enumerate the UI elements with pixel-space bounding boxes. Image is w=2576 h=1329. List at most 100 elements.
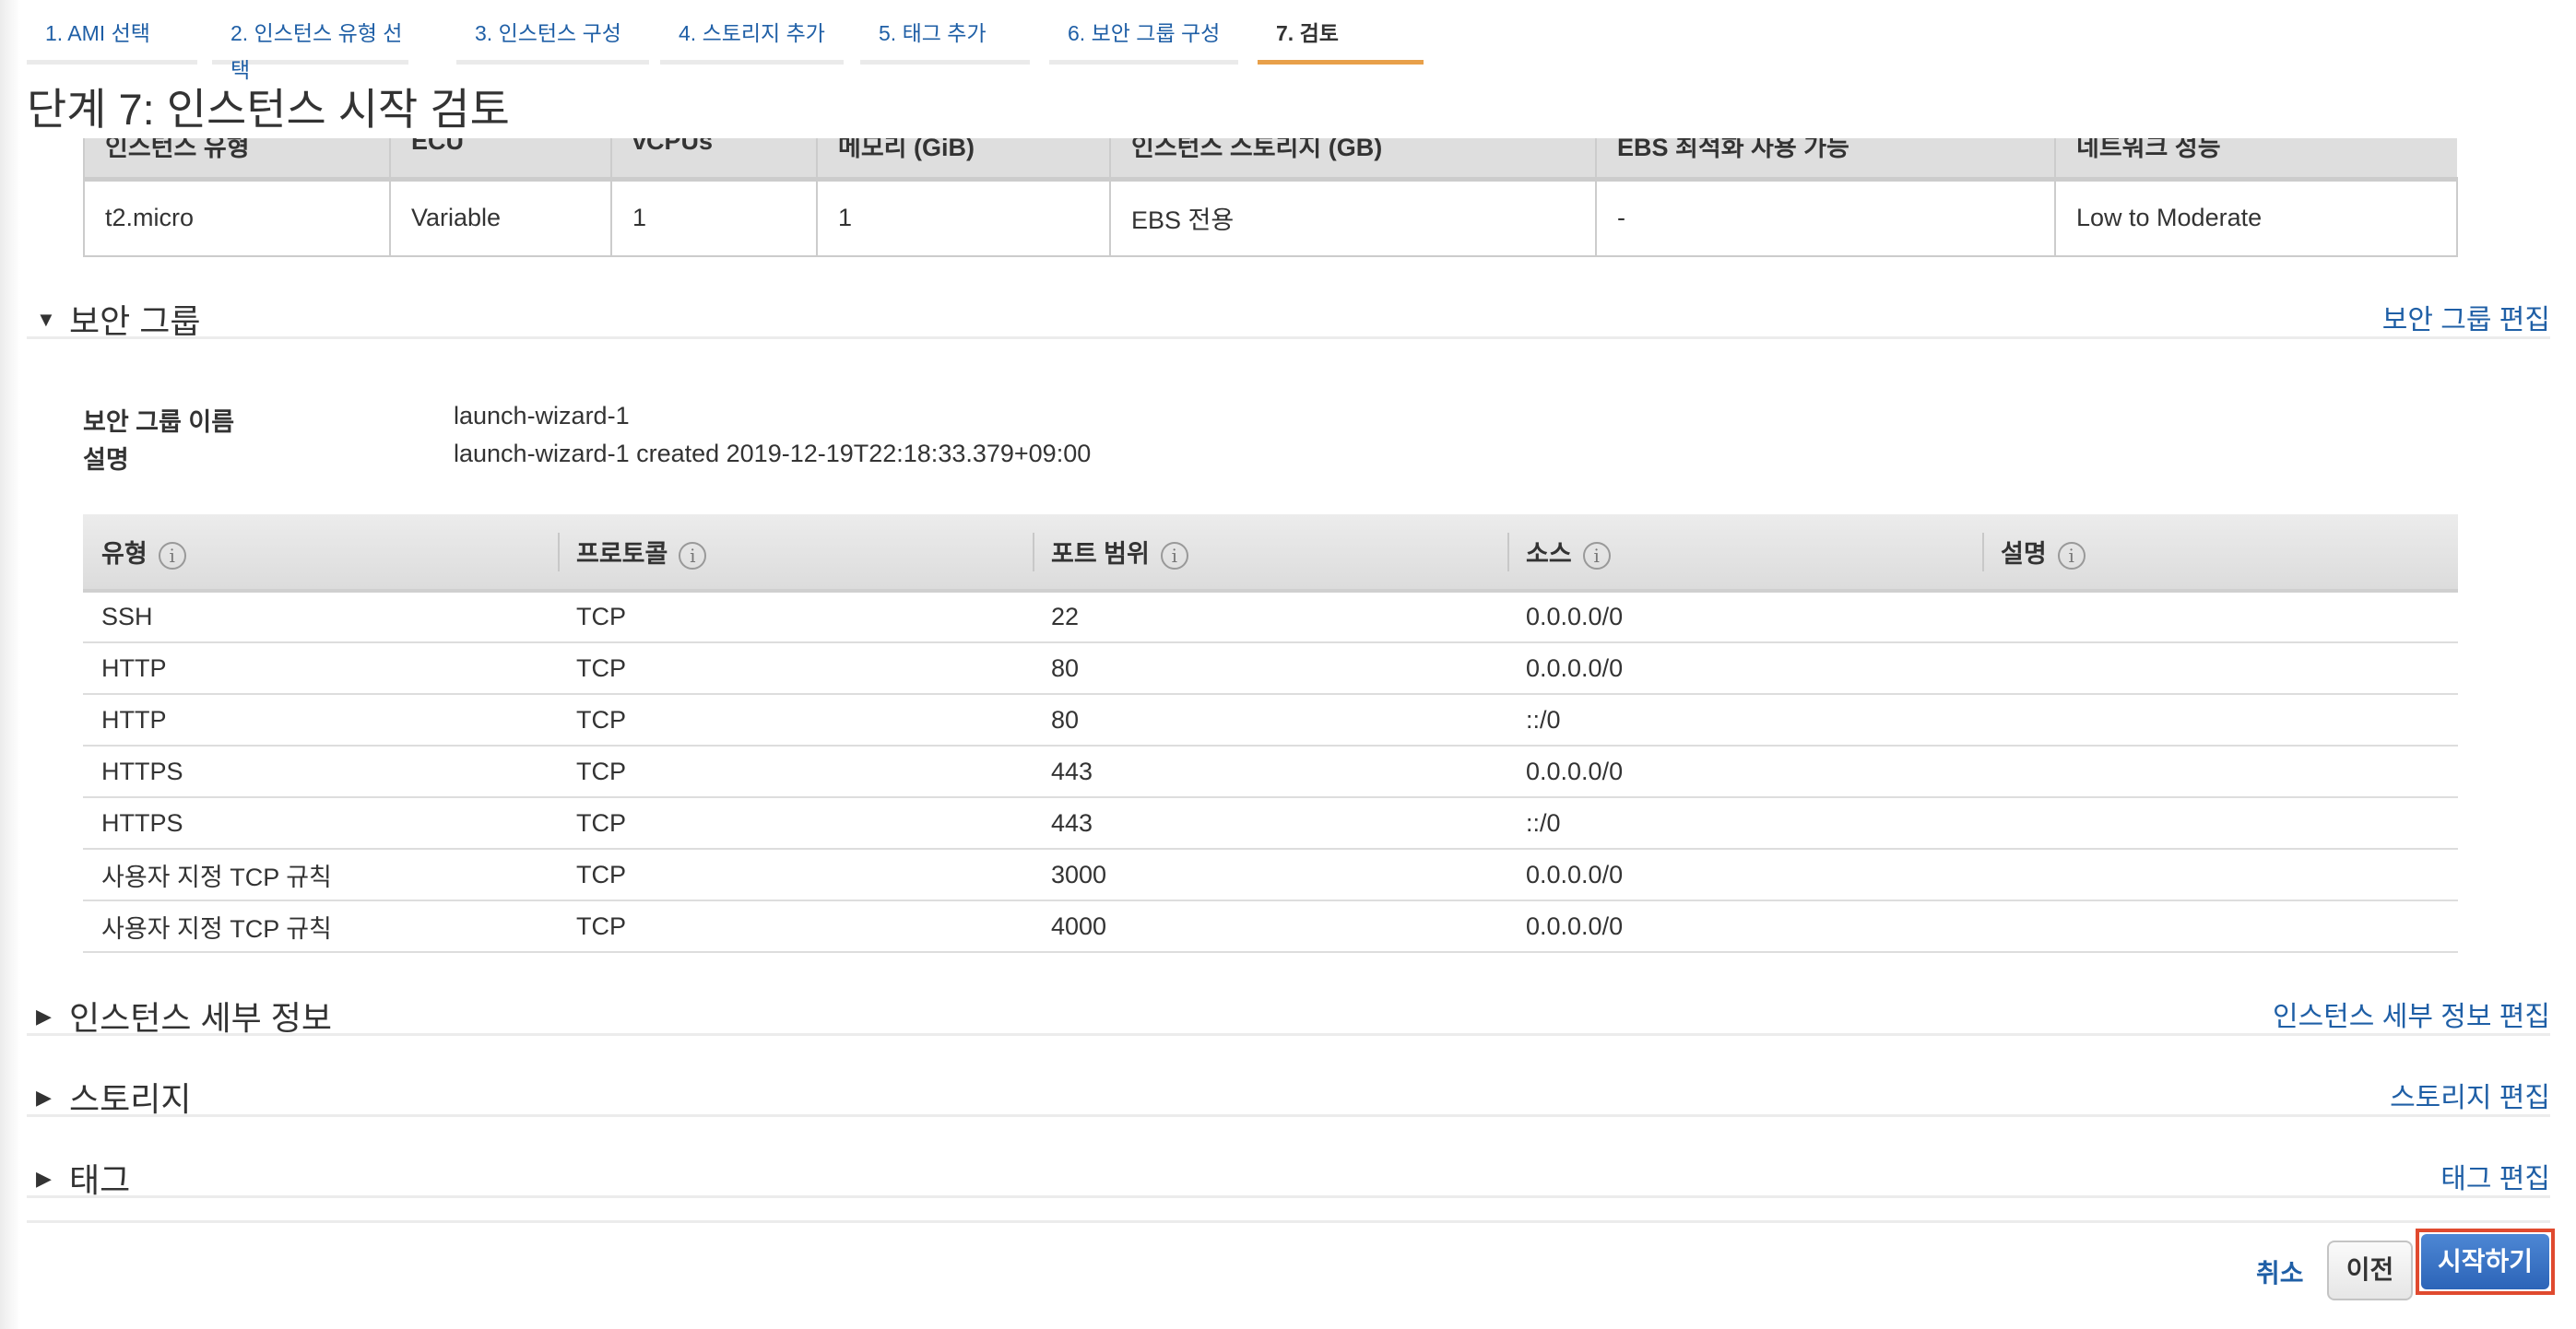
cell: Low to Moderate	[2054, 178, 2458, 257]
cell: HTTPS	[83, 797, 558, 850]
cell: -	[1595, 178, 2056, 257]
tab-add-tags[interactable]: 5. 태그 추가	[860, 15, 1030, 65]
instance-details-section-header[interactable]: ▶ 인스턴스 세부 정보 인스턴스 세부 정보 편집	[27, 992, 2550, 1037]
storage-section-header[interactable]: ▶ 스토리지 스토리지 편집	[27, 1073, 2550, 1118]
cell: HTTP	[83, 642, 558, 695]
cell: 443	[1033, 746, 1507, 798]
tab-configure-instance[interactable]: 3. 인스턴스 구성	[456, 15, 649, 65]
sg-name-value: launch-wizard-1	[454, 402, 630, 429]
cell: ::/0	[1507, 797, 1982, 850]
info-icon[interactable]: i	[158, 541, 186, 570]
section-title: 태그	[69, 1161, 131, 1199]
previous-button[interactable]: 이전	[2327, 1241, 2413, 1300]
cell	[1982, 591, 2458, 643]
edit-storage-link[interactable]: 스토리지 편집	[2390, 1075, 2550, 1115]
caret-right-icon[interactable]: ▶	[36, 1167, 52, 1191]
cell: 0.0.0.0/0	[1507, 746, 1982, 798]
cell: TCP	[558, 797, 1033, 850]
header-label: 유형	[101, 540, 148, 568]
header-label: 포트 범위	[1051, 540, 1150, 568]
section-title: 스토리지	[69, 1080, 192, 1118]
tab-ami[interactable]: 1. AMI 선택	[27, 15, 197, 65]
tab-add-storage[interactable]: 4. 스토리지 추가	[660, 15, 844, 65]
cell: 1	[816, 178, 1111, 257]
cell: TCP	[558, 849, 1033, 901]
cell: 1	[610, 178, 818, 257]
cell: 4000	[1033, 900, 1507, 953]
tags-section-header[interactable]: ▶ 태그 태그 편집	[27, 1154, 2550, 1199]
cell: 0.0.0.0/0	[1507, 849, 1982, 901]
cell: 80	[1033, 694, 1507, 747]
cell: TCP	[558, 694, 1033, 747]
info-icon[interactable]: i	[1160, 541, 1188, 570]
table-header-row: 유형 i 프로토콜 i 포트 범위 i 소스 i 설명 i	[83, 514, 2458, 593]
cell: TCP	[558, 591, 1033, 643]
cell: EBS 전용	[1109, 178, 1597, 257]
col-header-description: 설명 i	[1982, 514, 2458, 593]
cell: 443	[1033, 797, 1507, 850]
table-row: SSH TCP 22 0.0.0.0/0	[83, 591, 2458, 643]
cell: 사용자 지정 TCP 규칙	[83, 900, 558, 953]
cell: HTTP	[83, 694, 558, 747]
table-row: HTTPS TCP 443::/0	[83, 797, 2458, 850]
divider	[27, 1220, 2550, 1223]
cell: SSH	[83, 591, 558, 643]
section-title: 인스턴스 세부 정보	[69, 999, 332, 1037]
cell: TCP	[558, 746, 1033, 798]
header-label: 프로토콜	[576, 540, 668, 568]
cell	[1982, 797, 2458, 850]
table-row: t2.micro Variable 1 1 EBS 전용 - Low to Mo…	[83, 178, 2458, 257]
page-title: 단계 7: 인스턴스 시작 검토	[27, 81, 2576, 138]
cell: 80	[1033, 642, 1507, 695]
cell: t2.micro	[83, 178, 391, 257]
col-header-type: 유형 i	[83, 514, 558, 593]
cell: TCP	[558, 900, 1033, 953]
info-icon[interactable]: i	[679, 541, 707, 570]
cell: 3000	[1033, 849, 1507, 901]
security-rules-table: 유형 i 프로토콜 i 포트 범위 i 소스 i 설명 i SSH TCP 22 0.0.0.0…	[83, 514, 2458, 953]
cell	[1982, 746, 2458, 798]
security-group-section-header[interactable]: ▼ 보안 그룹 보안 그룹 편집	[27, 295, 2550, 340]
left-shadow	[0, 0, 20, 1329]
sg-name-label: 보안 그룹 이름	[83, 408, 235, 436]
cell: TCP	[558, 642, 1033, 695]
cell	[1982, 900, 2458, 953]
cancel-button[interactable]: 취소	[2256, 1253, 2304, 1290]
edit-security-group-link[interactable]: 보안 그룹 편집	[2382, 297, 2550, 337]
sg-desc-label: 설명	[83, 446, 129, 474]
cell: 0.0.0.0/0	[1507, 591, 1982, 643]
sg-desc-value: launch-wizard-1 created 2019-12-19T22:18…	[454, 440, 1092, 467]
info-icon[interactable]: i	[1582, 541, 1611, 570]
cell: 사용자 지정 TCP 규칙	[83, 849, 558, 901]
table-row: 사용자 지정 TCP 규칙 TCP 3000 0.0.0.0/0	[83, 849, 2458, 901]
info-icon[interactable]: i	[2057, 541, 2086, 570]
edit-tags-link[interactable]: 태그 편집	[2440, 1156, 2550, 1196]
launch-button-highlight: 시작하기	[2416, 1229, 2555, 1295]
caret-down-icon[interactable]: ▼	[36, 308, 56, 332]
col-header-protocol: 프로토콜 i	[558, 514, 1033, 593]
cell: ::/0	[1507, 694, 1982, 747]
cell	[1982, 694, 2458, 747]
table-row: HTTP TCP 80::/0	[83, 694, 2458, 747]
cell: HTTPS	[83, 746, 558, 798]
col-header-source: 소스 i	[1507, 514, 1982, 593]
header-label: 설명	[2001, 540, 2047, 568]
table-row: HTTP TCP 80 0.0.0.0/0	[83, 642, 2458, 695]
table-row: HTTPS TCP 443 0.0.0.0/0	[83, 746, 2458, 798]
tab-security-group[interactable]: 6. 보안 그룹 구성	[1049, 15, 1238, 65]
edit-instance-details-link[interactable]: 인스턴스 세부 정보 편집	[2273, 994, 2550, 1034]
tab-instance-type[interactable]: 2. 인스턴스 유형 선택	[212, 15, 408, 82]
section-title: 보안 그룹	[69, 302, 201, 340]
cell: Variable	[389, 178, 612, 257]
caret-right-icon[interactable]: ▶	[36, 1005, 52, 1029]
cell: 22	[1033, 591, 1507, 643]
tab-review[interactable]: 7. 검토	[1258, 15, 1424, 65]
table-row: 사용자 지정 TCP 규칙 TCP 4000 0.0.0.0/0	[83, 900, 2458, 953]
cell: 0.0.0.0/0	[1507, 900, 1982, 953]
cell	[1982, 849, 2458, 901]
cell	[1982, 642, 2458, 695]
caret-right-icon[interactable]: ▶	[36, 1086, 52, 1110]
cell: 0.0.0.0/0	[1507, 642, 1982, 695]
col-header-port: 포트 범위 i	[1033, 514, 1507, 593]
launch-button[interactable]: 시작하기	[2421, 1234, 2549, 1289]
